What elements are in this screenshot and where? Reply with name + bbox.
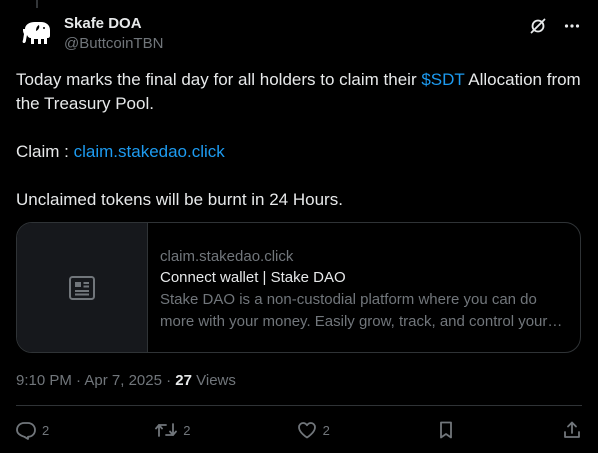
elephant-icon <box>22 22 50 44</box>
tweet-date[interactable]: Apr 7, 2025 <box>84 372 162 389</box>
text-line-claim: Claim : claim.stakedao.click <box>16 140 582 164</box>
more-icon[interactable] <box>562 16 582 36</box>
claim-label: Claim : <box>16 142 74 161</box>
repost-button[interactable]: 2 <box>155 420 191 440</box>
reply-button[interactable]: 2 <box>16 420 49 440</box>
reply-icon <box>16 422 36 440</box>
share-icon <box>564 421 580 438</box>
cashtag-link[interactable]: $SDT <box>421 70 464 89</box>
card-domain: claim.stakedao.click <box>160 248 294 265</box>
card-info: claim.stakedao.click Connect wallet | St… <box>148 223 580 352</box>
avatar[interactable] <box>16 14 56 54</box>
display-name[interactable]: Skafe DOA <box>64 14 163 34</box>
tweet-time[interactable]: 9:10 PM <box>16 372 72 389</box>
text-line-announcement: Today marks the final day for all holder… <box>16 68 582 116</box>
card-description: Stake DAO is a non-custodial platform wh… <box>160 291 548 330</box>
action-bar: 2 2 2 <box>16 417 582 443</box>
like-button[interactable]: 2 <box>297 420 330 440</box>
reply-count: 2 <box>42 422 50 438</box>
author-names: Skafe DOA @ButtcoinTBN <box>64 14 163 54</box>
tweet-header: Skafe DOA @ButtcoinTBN <box>16 12 582 56</box>
link-preview-card[interactable]: claim.stakedao.click Connect wallet | St… <box>16 222 581 353</box>
tweet-meta: 9:10 PM · Apr 7, 2025 · 27 Views <box>16 371 236 391</box>
bookmark-icon <box>439 421 452 439</box>
card-title: Connect wallet | Stake DAO <box>160 269 346 286</box>
divider <box>16 405 582 406</box>
card-thumbnail <box>17 223 148 352</box>
article-icon <box>69 275 95 300</box>
views-label: Views <box>191 372 236 389</box>
bookmark-button[interactable] <box>436 420 456 440</box>
text-pre: Today marks the final day for all holder… <box>16 70 422 89</box>
thread-connector <box>36 0 38 8</box>
author-handle[interactable]: @ButtcoinTBN <box>64 34 163 54</box>
meta-separator: · <box>161 372 176 389</box>
claim-url-link[interactable]: claim.stakedao.click <box>74 142 225 161</box>
text-line-warning: Unclaimed tokens will be burnt in 24 Hou… <box>16 190 343 209</box>
repost-icon <box>155 423 178 437</box>
like-count: 2 <box>322 422 330 438</box>
views-count: 27 <box>175 372 192 389</box>
share-button[interactable] <box>562 420 582 440</box>
tweet-text: Today marks the final day for all holder… <box>16 68 582 212</box>
heart-icon <box>297 422 316 439</box>
meta-separator: · <box>71 372 85 389</box>
grok-icon[interactable] <box>528 16 548 36</box>
repost-count: 2 <box>183 422 191 438</box>
header-actions <box>528 16 582 36</box>
tweet: Skafe DOA @ButtcoinTBN Today marks the f… <box>0 0 598 453</box>
